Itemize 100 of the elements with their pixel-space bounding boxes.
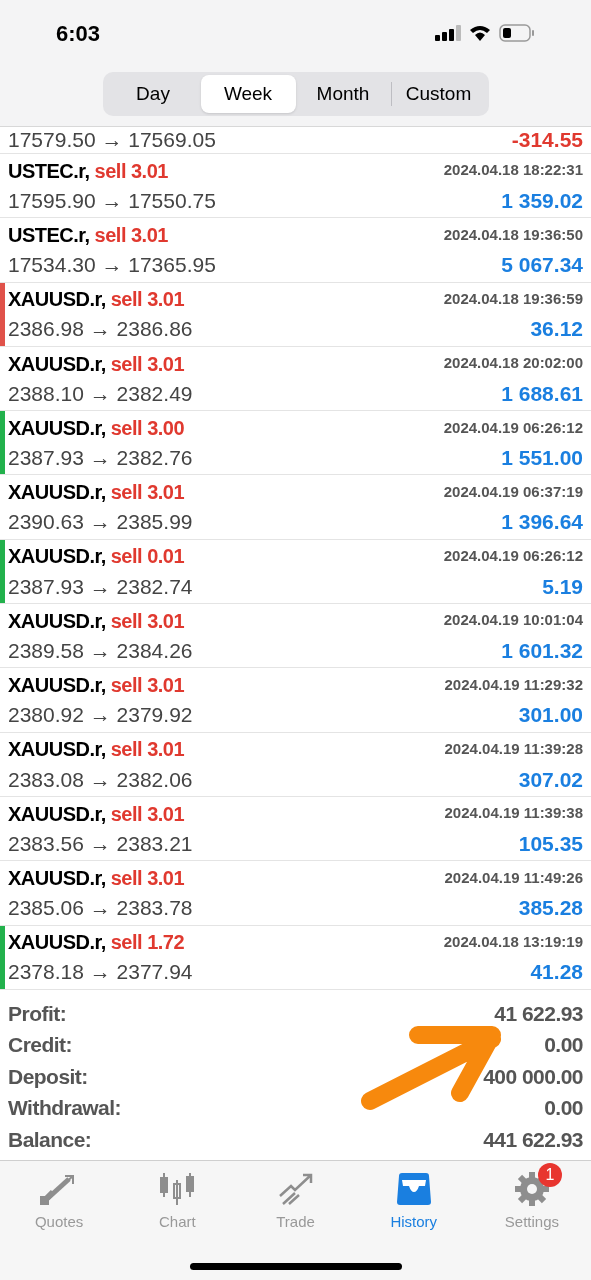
candlestick-icon (158, 1171, 197, 1206)
summary-value: 0.00 (544, 1032, 583, 1059)
price-range: 2385.06 → 2383.78 (8, 895, 193, 922)
profit-value: -314.55 (511, 127, 583, 154)
profit-value: 1 601.32 (501, 637, 583, 664)
wifi-icon (469, 25, 491, 41)
deal-time: 2024.04.19 11:29:32 (444, 674, 583, 695)
symbol: XAUUSD.r, (8, 673, 106, 698)
trade-side: sell 3.01 (110, 737, 185, 763)
period-tab[interactable]: Day (105, 75, 201, 113)
price-range: 2387.93 → 2382.74 (8, 573, 193, 600)
deal-time: 2024.04.18 18:22:31 (443, 160, 583, 181)
symbol: XAUUSD.r, (8, 930, 106, 956)
signal-icon (435, 25, 461, 41)
profit-value: 5.19 (542, 573, 583, 600)
trade-side: sell 3.01 (110, 287, 185, 313)
trade-side: sell 0.01 (110, 544, 185, 570)
profit-value: 5 067.34 (501, 252, 583, 279)
symbol: XAUUSD.r, (8, 608, 106, 634)
deal-time: 2024.04.18 13:19:19 (443, 931, 583, 952)
profit-value: 385.28 (518, 895, 583, 922)
deal-row[interactable]: XAUUSD.r, sell 3.01 2024.04.19 11:49:26 2385.06 → 2383.78 385.28 (0, 861, 591, 926)
symbol: XAUUSD.r, (8, 415, 106, 441)
profit-value: 307.02 (518, 766, 583, 793)
summary-label: Profit: (8, 1000, 67, 1027)
profit-value: 301.00 (518, 702, 583, 729)
summary-label: Credit: (8, 1032, 72, 1059)
deal-time: 2024.04.19 10:01:04 (443, 610, 583, 631)
price-range: 17579.50 → 17569.05 (8, 127, 216, 154)
price-range: 2386.98 → 2386.86 (8, 316, 193, 343)
inbox-icon (394, 1171, 433, 1206)
profit-value: 1 359.02 (501, 187, 583, 214)
profit-value: 105.35 (518, 830, 583, 857)
deal-row[interactable]: XAUUSD.r, sell 0.01 2024.04.19 06:26:12 2387.93 → 2382.74 5.19 (0, 539, 591, 605)
profit-value: 1 396.64 (501, 509, 583, 536)
price-range: 2387.93 → 2382.76 (8, 445, 193, 472)
period-tab[interactable]: Month (295, 75, 391, 113)
trade-side: sell 3.01 (110, 801, 185, 827)
deal-time: 2024.04.19 06:37:19 (443, 481, 583, 502)
deal-row[interactable]: XAUUSD.r, sell 3.01 2024.04.19 11:39:28 2383.08 → 2382.06 307.02 (0, 732, 591, 797)
symbol: XAUUSD.r, (8, 287, 106, 313)
deal-time: 2024.04.19 06:26:12 (443, 546, 583, 567)
summary-value: 441 622.93 (483, 1126, 583, 1153)
summary-value: 41 622.93 (494, 1000, 583, 1027)
battery-icon (499, 24, 535, 42)
profit-value: 1 688.61 (501, 380, 583, 407)
price-range: 17595.90 → 17550.75 (8, 187, 216, 214)
deal-row[interactable]: USTEC.r, sell 3.01 2024.04.18 19:36:50 17534.30 → 17365.95 5 067.34 (0, 218, 591, 283)
trade-side: sell 3.01 (110, 865, 185, 891)
deal-row[interactable]: XAUUSD.r, sell 3.01 2024.04.18 20:02:00 2388.10 → 2382.49 1 688.61 (0, 346, 591, 412)
summary-value: 0.00 (544, 1095, 583, 1122)
symbol: USTEC.r, (8, 222, 90, 248)
symbol: XAUUSD.r, (8, 865, 106, 891)
status-time: 6:03 (56, 19, 101, 48)
summary-label: Balance: (8, 1126, 92, 1153)
price-range: 2378.18 → 2377.94 (8, 959, 193, 986)
deal-row[interactable]: USTEC.r, sell 3.01 2024.04.18 18:22:31 17595.90 → 17550.75 1 359.02 (0, 154, 591, 219)
profit-value: 1 551.00 (501, 445, 583, 472)
tab-bar-item[interactable]: 1 Settings (472, 1160, 591, 1241)
deal-time: 2024.04.19 11:39:28 (444, 739, 583, 760)
symbol: XAUUSD.r, (8, 351, 106, 377)
summary-value: 400 000.00 (483, 1063, 583, 1090)
tab-bar-item[interactable]: History (354, 1160, 473, 1241)
symbol: XAUUSD.r, (8, 544, 106, 570)
deal-row[interactable]: XAUUSD.r, sell 1.72 2024.04.18 13:19:19 2378.18 → 2377.94 41.28 (0, 925, 591, 990)
trade-side: sell 3.01 (110, 608, 185, 634)
price-range: 2389.58 → 2384.26 (8, 637, 193, 664)
deal-time: 2024.04.18 20:02:00 (443, 353, 583, 374)
deal-row[interactable]: XAUUSD.r, sell 3.01 2024.04.19 11:39:38 2383.56 → 2383.21 105.35 (0, 796, 591, 862)
deal-row[interactable]: XAUUSD.r, sell 3.01 2024.04.19 11:29:32 2380.92 → 2379.92 301.00 (0, 668, 591, 733)
price-range: 17534.30 → 17365.95 (8, 252, 216, 279)
period-tab[interactable]: Custom (391, 75, 486, 113)
deal-row[interactable]: XAUUSD.r, sell 3.01 2024.04.19 10:01:04 2389.58 → 2384.26 1 601.32 (0, 604, 591, 669)
period-tab[interactable]: Week (200, 75, 296, 113)
price-range: 2383.08 → 2382.06 (8, 766, 193, 793)
deal-row[interactable]: XAUUSD.r, sell 3.01 2024.04.18 19:36:59 2386.98 → 2386.86 36.12 (0, 282, 591, 347)
symbol: XAUUSD.r, (8, 480, 106, 506)
trade-side: sell 3.01 (110, 673, 185, 698)
summary-label: Withdrawal: (8, 1095, 122, 1122)
profit-value: 41.28 (530, 959, 583, 986)
notification-badge: 1 (537, 1162, 562, 1187)
deal-time: 2024.04.19 11:49:26 (444, 867, 583, 888)
trade-side: sell 1.72 (110, 930, 185, 956)
deal-time: 2024.04.19 06:26:12 (443, 417, 583, 438)
symbol: USTEC.r, (8, 158, 90, 184)
symbol: XAUUSD.r, (8, 737, 106, 763)
trade-side: sell 3.00 (110, 415, 185, 441)
deal-time: 2024.04.18 19:36:50 (443, 224, 583, 245)
deal-row[interactable]: XAUUSD.r, sell 3.01 2024.04.19 06:37:19 2390.63 → 2385.99 1 396.64 (0, 475, 591, 540)
price-range: 2390.63 → 2385.99 (8, 509, 193, 536)
trade-side: sell 3.01 (94, 158, 168, 184)
price-range: 2388.10 → 2382.49 (8, 380, 193, 407)
summary-label: Deposit: (8, 1063, 88, 1090)
price-range: 2380.92 → 2379.92 (8, 702, 193, 729)
deal-time: 2024.04.19 11:39:38 (444, 803, 583, 824)
profit-value: 36.12 (530, 316, 583, 343)
deal-row[interactable]: XAUUSD.r, sell 3.00 2024.04.19 06:26:12 2387.93 → 2382.76 1 551.00 (0, 411, 591, 476)
trade-side: sell 3.01 (110, 480, 185, 506)
symbol: XAUUSD.r, (8, 801, 106, 827)
deal-time: 2024.04.18 19:36:59 (443, 289, 583, 309)
